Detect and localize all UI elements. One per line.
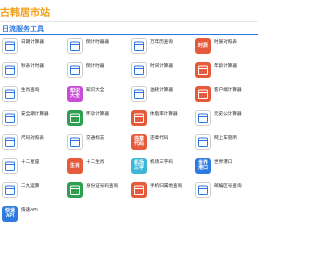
pregnancy-icon: [67, 110, 83, 126]
tool-name: 尺码对照表: [21, 135, 44, 140]
constellation-icon: [2, 158, 18, 174]
port-icon: 世界 港口: [195, 158, 211, 174]
tool-item[interactable]: 客户端计算器: [193, 86, 257, 108]
tool-name: 体脂率计算器: [150, 111, 178, 116]
tool-item[interactable]: 怀孕计算器: [65, 110, 129, 132]
tool-item[interactable]: 十二星座: [0, 158, 64, 180]
tool-item[interactable]: 日期计算器: [0, 38, 64, 60]
knowledge-icon: 知识 大全: [67, 86, 83, 102]
tool-item[interactable]: 机场 三字 机场三字码: [129, 158, 193, 180]
tool-item[interactable]: 知识 大全 知识大全: [65, 86, 129, 108]
tool-item[interactable]: 交通标志: [65, 134, 129, 156]
stopwatch-icon: [67, 38, 83, 54]
section-divider: [0, 34, 258, 35]
ruler-icon: [2, 134, 18, 150]
tool-item[interactable]: 生肖 十二生肖: [65, 158, 129, 180]
tool-item[interactable]: 世界 港口 世界港口: [193, 158, 257, 180]
tool-item[interactable]: 身份证号码查询: [65, 182, 129, 204]
tool-name: 世界港口: [214, 159, 233, 164]
tool-name: 机场三字码: [150, 159, 173, 164]
tool-name: 生肖查询: [21, 87, 40, 92]
sign-icon: [67, 134, 83, 150]
tool-name: 怀孕计算器: [86, 111, 109, 116]
tool-item[interactable]: 安全期计算器: [0, 110, 64, 132]
section-title: 日流服务工具: [2, 26, 44, 33]
alarm-clock-icon: [67, 62, 83, 78]
age-icon: [195, 62, 211, 78]
airport-icon: 机场 三字: [131, 158, 147, 174]
vehicle-icon: [195, 134, 211, 150]
tool-name: 时间计算器: [150, 63, 173, 68]
tool-item[interactable]: 万年历查询: [129, 38, 193, 60]
tool-name: 身份证号码查询: [86, 183, 119, 188]
code-icon: 违章 代码: [131, 134, 147, 150]
tool-item[interactable]: 网上车管所: [193, 134, 257, 156]
phone-icon: [131, 182, 147, 198]
tool-name: 倒计时器: [86, 63, 105, 68]
tool-name: 元史公计算器: [214, 111, 242, 116]
tool-item[interactable]: 油耗计算器: [129, 86, 193, 108]
clock-icon: [131, 62, 147, 78]
tool-name: 日期计算器: [21, 39, 44, 44]
tool-item[interactable]: 快速 API 快速API: [0, 206, 64, 228]
tool-name: 知识大全: [86, 87, 105, 92]
body-icon: [131, 110, 147, 126]
section-header: 日流服务工具: [0, 23, 258, 35]
tool-name: 秒表计时器: [21, 63, 44, 68]
car-icon: [131, 86, 147, 102]
tool-name: 二九运算: [21, 183, 40, 188]
tool-item[interactable]: 手机归属地查询: [129, 182, 193, 204]
calendar-grid-icon: [131, 38, 147, 54]
tool-name: 倒计时器器: [86, 39, 109, 44]
top-bar: 古韩居市站: [0, 0, 258, 22]
tool-item[interactable]: 体脂率计算器: [129, 110, 193, 132]
tool-name: 网上车管所: [214, 135, 237, 140]
tool-name: 十二星座: [21, 159, 40, 164]
tool-item[interactable]: 时辰 时辰对照表: [193, 38, 257, 60]
tool-item[interactable]: 违章 代码 违章代码: [129, 134, 193, 156]
tool-name: 交通标志: [86, 135, 105, 140]
tool-name: 邮编区号查询: [214, 183, 242, 188]
tool-item[interactable]: 生肖查询: [0, 86, 64, 108]
tool-item[interactable]: 二九运算: [0, 182, 64, 204]
zodiac-badge-icon: 生肖: [67, 158, 83, 174]
tool-name: 快速API: [21, 207, 38, 212]
tool-item[interactable]: 年龄计算器: [193, 62, 257, 84]
tool-item[interactable]: 邮编区号查询: [193, 182, 257, 204]
tool-name: 十二生肖: [86, 159, 105, 164]
tool-name: 客户端计算器: [214, 87, 242, 92]
safety-icon: [2, 110, 18, 126]
api-icon: 快速 API: [2, 206, 18, 222]
tool-name: 年龄计算器: [214, 63, 237, 68]
history-icon: [195, 110, 211, 126]
tool-name: 违章代码: [150, 135, 169, 140]
time-badge-icon: 时辰: [195, 38, 211, 54]
client-icon: [195, 86, 211, 102]
id-icon: [67, 182, 83, 198]
stopwatch-icon: [2, 62, 18, 78]
tool-name: 万年历查询: [150, 39, 173, 44]
tool-name: 安全期计算器: [21, 111, 49, 116]
tool-item[interactable]: 元史公计算器: [193, 110, 257, 132]
tool-item[interactable]: 尺码对照表: [0, 134, 64, 156]
tool-item[interactable]: 倒计时器: [65, 62, 129, 84]
zodiac-icon: [2, 86, 18, 102]
math-icon: [2, 182, 18, 198]
tool-item[interactable]: 时间计算器: [129, 62, 193, 84]
site-name[interactable]: 古韩居市站: [0, 4, 50, 19]
tool-name: 时辰对照表: [214, 39, 237, 44]
calendar-icon: [2, 38, 18, 54]
tool-item[interactable]: 秒表计时器: [0, 62, 64, 84]
tool-name: 油耗计算器: [150, 87, 173, 92]
tool-item[interactable]: 倒计时器器: [65, 38, 129, 60]
tool-name: 手机归属地查询: [150, 183, 183, 188]
post-icon: [195, 182, 211, 198]
